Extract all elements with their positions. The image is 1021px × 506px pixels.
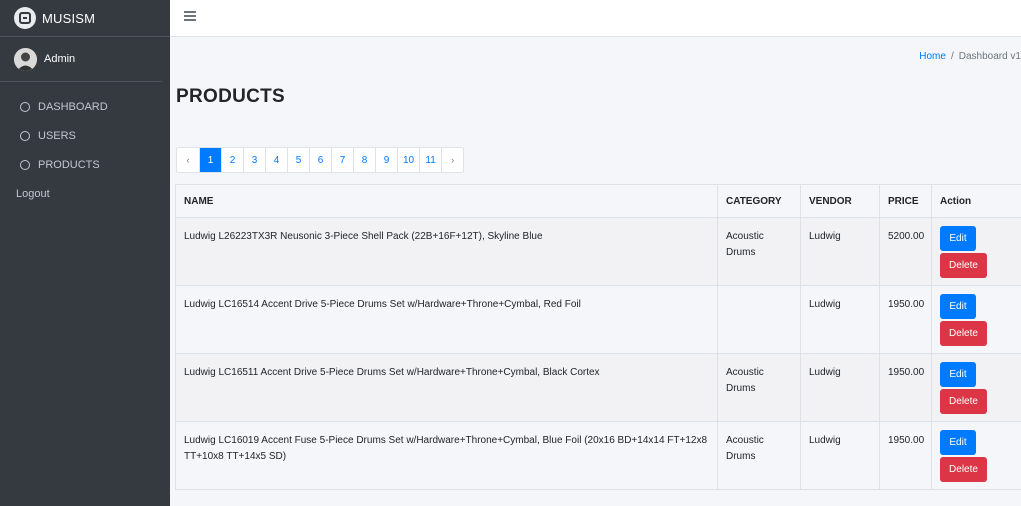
table-row: Ludwig LC16019 Accent Fuse 5-Piece Drums…	[175, 421, 1021, 490]
edit-button[interactable]: Edit	[940, 430, 976, 455]
column-header-action: Action	[931, 184, 1021, 218]
menu-toggle-icon[interactable]	[184, 11, 196, 21]
pagination-page-4[interactable]: 4	[265, 148, 287, 172]
main-content: Home / Dashboard v1 PRODUCTS ‹ 1 2 3 4 5 6…	[170, 37, 1021, 506]
edit-button[interactable]: Edit	[940, 362, 976, 387]
product-category: Acoustic Drums	[717, 217, 801, 286]
brand-name: MUSISM	[42, 10, 96, 26]
user-panel[interactable]: Admin	[0, 37, 162, 82]
edit-button[interactable]: Edit	[940, 294, 976, 319]
product-name: Ludwig LC16019 Accent Fuse 5-Piece Drums…	[175, 421, 718, 490]
user-name: Admin	[44, 53, 76, 65]
breadcrumb-home-link[interactable]: Home	[919, 51, 946, 62]
delete-button[interactable]: Delete	[940, 321, 987, 346]
product-name: Ludwig LC16511 Accent Drive 5-Piece Drum…	[175, 353, 718, 422]
product-vendor: Ludwig	[800, 217, 880, 286]
sidebar-nav: DASHBOARD USERS PRODUCTS	[0, 82, 170, 179]
pagination-page-2[interactable]: 2	[221, 148, 243, 172]
breadcrumb: Home / Dashboard v1	[919, 51, 1021, 62]
pagination-next[interactable]: ›	[441, 148, 463, 172]
pagination-page-11[interactable]: 11	[419, 148, 441, 172]
delete-button[interactable]: Delete	[940, 389, 987, 414]
product-price: 1950.00	[879, 353, 932, 422]
product-category: Acoustic Drums	[717, 353, 801, 422]
product-actions: Edit Delete	[931, 421, 1021, 490]
products-table: NAME CATEGORY VENDOR PRICE Action Ludwig…	[175, 184, 1021, 490]
sidebar-item-label: PRODUCTS	[38, 158, 100, 171]
pagination-page-9[interactable]: 9	[375, 148, 397, 172]
top-navbar	[170, 0, 1021, 37]
brand-logo-icon	[14, 7, 36, 29]
product-vendor: Ludwig	[800, 285, 880, 354]
pagination-page-3[interactable]: 3	[243, 148, 265, 172]
breadcrumb-current: Dashboard v1	[958, 51, 1021, 62]
sidebar-item-users[interactable]: USERS	[0, 121, 170, 150]
product-name: Ludwig L26223TX3R Neusonic 3-Piece Shell…	[175, 217, 718, 286]
pagination: ‹ 1 2 3 4 5 6 7 8 9 10 11 ›	[176, 147, 465, 173]
table-row: Ludwig LC16511 Accent Drive 5-Piece Drum…	[175, 353, 1021, 422]
column-header-name[interactable]: NAME	[175, 184, 718, 218]
pagination-page-10[interactable]: 10	[397, 148, 419, 172]
product-price: 5200.00	[879, 217, 932, 286]
table-row: Ludwig L26223TX3R Neusonic 3-Piece Shell…	[175, 217, 1021, 286]
table-row: Ludwig LC16514 Accent Drive 5-Piece Drum…	[175, 285, 1021, 354]
product-category: Acoustic Drums	[717, 421, 801, 490]
product-name: Ludwig LC16514 Accent Drive 5-Piece Drum…	[175, 285, 718, 354]
product-price: 1950.00	[879, 421, 932, 490]
pagination-page-8[interactable]: 8	[353, 148, 375, 172]
avatar	[14, 47, 37, 71]
column-header-price[interactable]: PRICE	[879, 184, 932, 218]
product-actions: Edit Delete	[931, 353, 1021, 422]
circle-icon	[20, 130, 30, 141]
breadcrumb-separator: /	[950, 51, 954, 62]
pagination-page-7[interactable]: 7	[331, 148, 353, 172]
column-header-category[interactable]: CATEGORY	[717, 184, 801, 218]
brand[interactable]: MUSISM	[0, 0, 170, 37]
pagination-page-5[interactable]: 5	[287, 148, 309, 172]
circle-icon	[20, 159, 30, 170]
circle-icon	[20, 101, 30, 112]
logout-link[interactable]: Logout	[0, 179, 170, 208]
product-actions: Edit Delete	[931, 217, 1021, 286]
pagination-prev[interactable]: ‹	[177, 148, 199, 172]
edit-button[interactable]: Edit	[940, 226, 976, 251]
pagination-page-6[interactable]: 6	[309, 148, 331, 172]
product-vendor: Ludwig	[800, 353, 880, 422]
sidebar-item-label: DASHBOARD	[38, 100, 108, 113]
delete-button[interactable]: Delete	[940, 457, 987, 482]
product-vendor: Ludwig	[800, 421, 880, 490]
product-actions: Edit Delete	[931, 285, 1021, 354]
product-category	[717, 285, 801, 354]
pagination-page-1[interactable]: 1	[199, 148, 221, 172]
sidebar: MUSISM Admin DASHBOARD USERS PRODUCTS Lo…	[0, 0, 170, 506]
product-price: 1950.00	[879, 285, 932, 354]
sidebar-item-dashboard[interactable]: DASHBOARD	[0, 92, 170, 121]
page-title: PRODUCTS	[176, 86, 286, 107]
table-header-row: NAME CATEGORY VENDOR PRICE Action	[175, 184, 1021, 218]
delete-button[interactable]: Delete	[940, 253, 987, 278]
sidebar-item-products[interactable]: PRODUCTS	[0, 150, 170, 179]
column-header-vendor[interactable]: VENDOR	[800, 184, 880, 218]
sidebar-item-label: USERS	[38, 129, 76, 142]
